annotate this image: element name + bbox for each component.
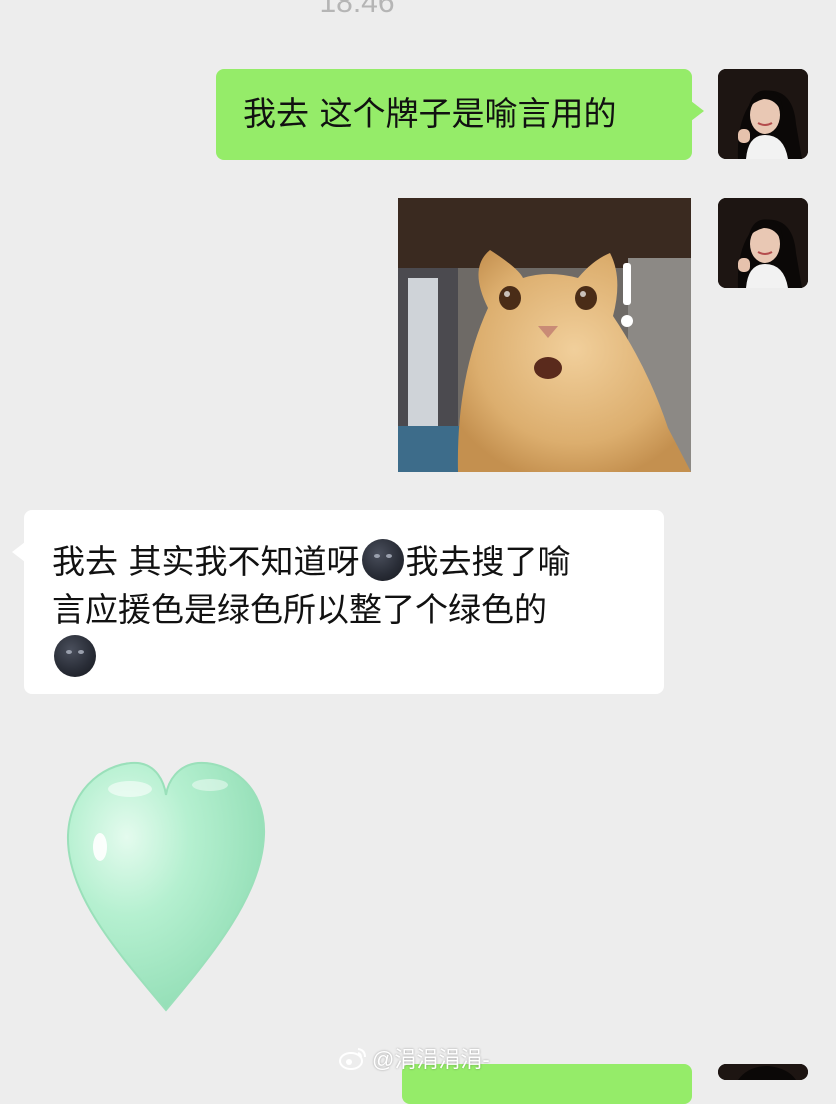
green-heart-sticker[interactable] [60,755,272,1017]
message-text: 我去搜了喻 [405,542,571,581]
new-moon-face-emoji-icon [361,539,404,581]
heart-icon [66,761,266,1012]
outgoing-message-bubble[interactable]: 我去 这个牌子是喻言用的 [216,69,704,160]
message-line-3 [52,634,644,682]
avatar-image [718,69,808,159]
new-moon-face-emoji-icon [54,635,96,677]
my-avatar[interactable] [718,69,808,159]
message-line-1: 我去 其实我不知道呀 我去搜了喻 [52,538,644,586]
message-text: 我去 这个牌子是喻言用的 [243,94,617,133]
watermark-text: @涓涓涓涓- [372,1047,490,1072]
chat-timestamp: 18:46 [319,0,395,19]
avatar-image [718,1064,808,1080]
message-text: 言应援色是绿色所以整了个绿色的 [52,590,547,629]
message-text: 我去 其实我不知道呀 [52,542,360,581]
weibo-logo-icon [339,1048,366,1070]
my-avatar[interactable] [718,198,808,288]
avatar-image [718,198,808,288]
weibo-watermark: @涓涓涓涓- [338,1042,490,1074]
surprised-cat-sticker[interactable] [398,198,691,472]
my-avatar-partial[interactable] [718,1064,808,1080]
cat-sticker-image [398,198,691,472]
message-line-2: 言应援色是绿色所以整了个绿色的 [52,586,644,634]
incoming-message-bubble[interactable]: 我去 其实我不知道呀 我去搜了喻 言应援色是绿色所以整了个绿色的 [12,510,664,694]
